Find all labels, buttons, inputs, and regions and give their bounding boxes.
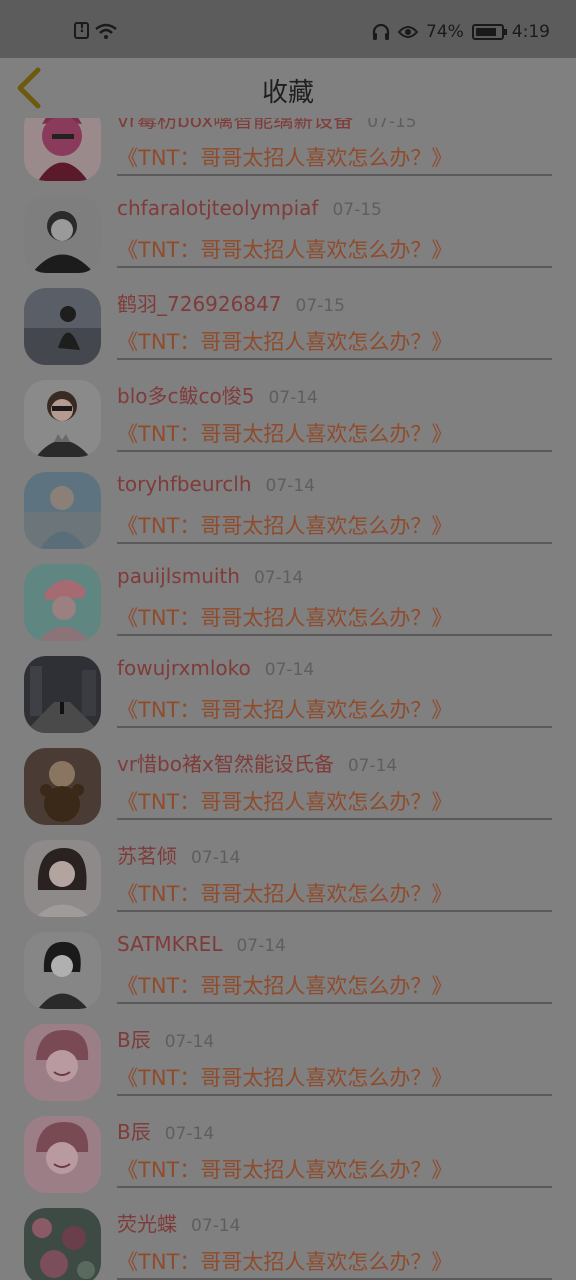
list-item[interactable]: 苏茗倾 07-14 《TNT：哥哥太招人喜欢怎么办？》 (0, 840, 576, 932)
divider (117, 450, 552, 452)
divider (117, 542, 552, 544)
list-item[interactable]: vr惜bo褚x智然能设氏备 07-14 《TNT：哥哥太招人喜欢怎么办？》 (0, 748, 576, 840)
page-title: 收藏 (261, 78, 314, 108)
post-date: 07-14 (265, 476, 315, 496)
username[interactable]: toryhfbeurclh 07-14 (117, 472, 315, 496)
divider (117, 818, 552, 820)
novel-title-link[interactable]: 《TNT：哥哥太招人喜欢怎么办？》 (117, 970, 452, 1000)
status-bar: 74% 4:19 (0, 0, 576, 58)
post-date: 07-14 (164, 1032, 215, 1052)
favorites-list[interactable]: vr霉枋box噙智能缡薪设备 07-15 《TNT：哥哥太招人喜欢怎么办？》 ch… (0, 104, 576, 1280)
avatar[interactable] (24, 932, 101, 1009)
list-item[interactable]: fowujrxmloko 07-14 《TNT：哥哥太招人喜欢怎么办？》 (0, 656, 576, 748)
post-date: 07-14 (347, 756, 398, 776)
post-date: 07-15 (332, 200, 382, 220)
username[interactable]: pauijlsmuith 07-14 (117, 564, 303, 588)
novel-title-link[interactable]: 《TNT：哥哥太招人喜欢怎么办？》 (117, 142, 452, 172)
wifi-icon (95, 23, 117, 39)
post-date: 07-14 (164, 1124, 215, 1144)
avatar[interactable] (24, 656, 101, 733)
list-item[interactable]: 鹤羽_726926847 07-15 《TNT：哥哥太招人喜欢怎么办？》 (0, 288, 576, 380)
post-date: 07-14 (264, 660, 315, 680)
username[interactable]: 苏茗倾 07-14 (117, 840, 240, 869)
divider (117, 174, 552, 176)
clock: 4:19 (511, 22, 550, 42)
novel-title-link[interactable]: 《TNT：哥哥太招人喜欢怎么办？》 (117, 694, 452, 724)
novel-title-link[interactable]: 《TNT：哥哥太招人喜欢怎么办？》 (117, 234, 452, 264)
divider (117, 1186, 552, 1188)
status-right: 74% 4:19 (372, 22, 550, 42)
post-date: 07-14 (236, 936, 286, 956)
avatar[interactable] (24, 1024, 101, 1101)
novel-title-link[interactable]: 《TNT：哥哥太招人喜欢怎么办？》 (117, 878, 452, 908)
divider (117, 1094, 552, 1096)
post-date: 07-15 (295, 296, 345, 316)
username[interactable]: chfaralotjteolympiaf 07-15 (117, 196, 382, 220)
list-item[interactable]: pauijlsmuith 07-14 《TNT：哥哥太招人喜欢怎么办？》 (0, 564, 576, 656)
post-date: 07-14 (191, 848, 241, 868)
novel-title-link[interactable]: 《TNT：哥哥太招人喜欢怎么办？》 (117, 418, 452, 448)
divider (117, 634, 552, 636)
novel-title-link[interactable]: 《TNT：哥哥太招人喜欢怎么办？》 (117, 1246, 452, 1276)
avatar[interactable] (24, 840, 101, 917)
avatar[interactable] (24, 564, 101, 641)
status-left (74, 21, 117, 39)
novel-title-link[interactable]: 《TNT：哥哥太招人喜欢怎么办？》 (117, 786, 452, 816)
username[interactable]: 荧光蝶 07-14 (117, 1208, 240, 1237)
battery-percent: 74% (426, 22, 464, 42)
divider (117, 910, 552, 912)
novel-title-link[interactable]: 《TNT：哥哥太招人喜欢怎么办？》 (117, 602, 452, 632)
novel-title-link[interactable]: 《TNT：哥哥太招人喜欢怎么办？》 (117, 326, 452, 356)
avatar[interactable] (24, 288, 101, 365)
avatar[interactable] (24, 1208, 101, 1280)
battery-icon (471, 24, 507, 40)
eye-icon (398, 25, 419, 39)
username[interactable]: blo多c鲅co悛5 07-14 (117, 380, 318, 409)
username[interactable]: 鹤羽_726926847 07-15 (117, 288, 345, 317)
avatar[interactable] (24, 380, 101, 457)
username[interactable]: SATMKREL 07-14 (117, 932, 286, 956)
avatar[interactable] (24, 472, 101, 549)
post-date: 07-14 (191, 1216, 241, 1236)
divider (117, 266, 552, 268)
divider (117, 358, 552, 360)
list-item[interactable]: SATMKREL 07-14 《TNT：哥哥太招人喜欢怎么办？》 (0, 932, 576, 1024)
novel-title-link[interactable]: 《TNT：哥哥太招人喜欢怎么办？》 (117, 1154, 452, 1184)
headphone-icon (372, 23, 390, 41)
post-date: 07-14 (253, 568, 304, 588)
list-item[interactable]: chfaralotjteolympiaf 07-15 《TNT：哥哥太招人喜欢怎么… (0, 196, 576, 288)
list-item[interactable]: blo多c鲅co悛5 07-14 《TNT：哥哥太招人喜欢怎么办？》 (0, 380, 576, 472)
username[interactable]: vr惜bo褚x智然能设氏备 07-14 (117, 748, 397, 777)
avatar[interactable] (24, 1116, 101, 1193)
avatar[interactable] (24, 748, 101, 825)
list-item[interactable]: B辰 07-14 《TNT：哥哥太招人喜欢怎么办？》 (0, 1024, 576, 1116)
username[interactable]: B辰 07-14 (117, 1024, 214, 1053)
novel-title-link[interactable]: 《TNT：哥哥太招人喜欢怎么办？》 (117, 510, 452, 540)
username[interactable]: fowujrxmloko 07-14 (117, 656, 314, 680)
app-header: 收藏 (0, 58, 576, 118)
list-item[interactable]: toryhfbeurclh 07-14 《TNT：哥哥太招人喜欢怎么办？》 (0, 472, 576, 564)
username[interactable]: B辰 07-14 (117, 1116, 214, 1145)
alert-icon (74, 21, 89, 39)
divider (117, 726, 552, 728)
divider (117, 1002, 552, 1004)
list-item[interactable]: B辰 07-14 《TNT：哥哥太招人喜欢怎么办？》 (0, 1116, 576, 1208)
avatar[interactable] (24, 196, 101, 273)
post-date: 07-14 (268, 388, 318, 408)
novel-title-link[interactable]: 《TNT：哥哥太招人喜欢怎么办？》 (117, 1062, 452, 1092)
list-item[interactable]: 荧光蝶 07-14 《TNT：哥哥太招人喜欢怎么办？》 (0, 1208, 576, 1280)
